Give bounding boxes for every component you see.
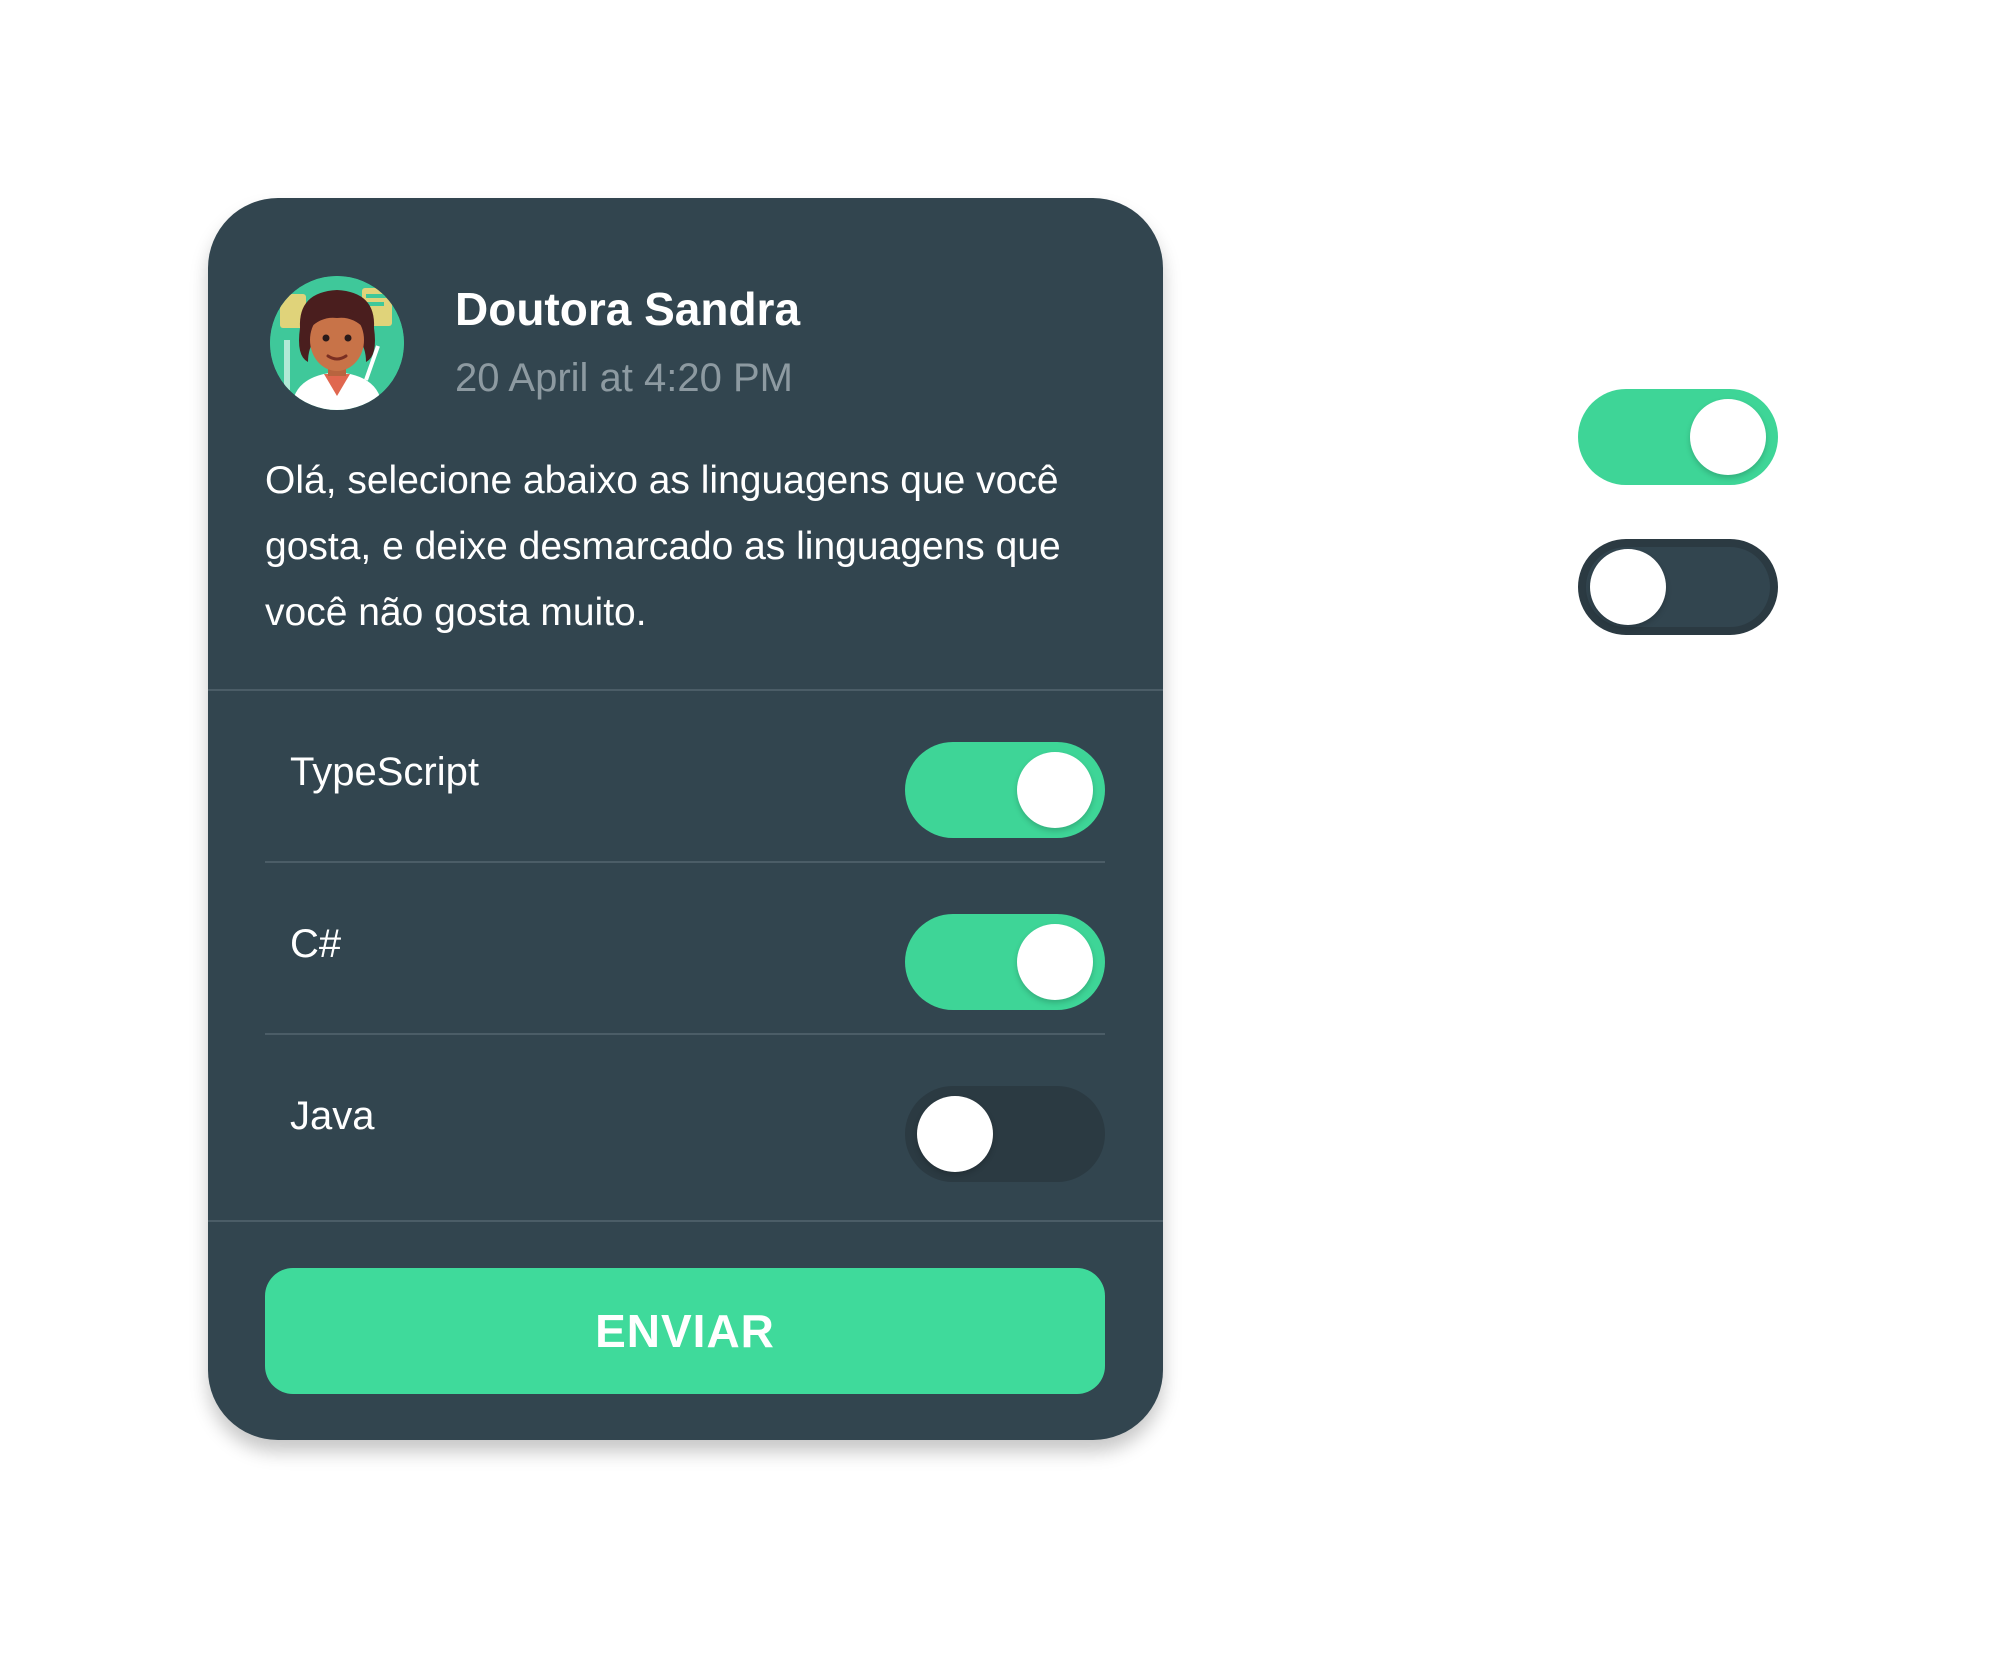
option-divider	[265, 861, 1105, 863]
toggle-knob	[1690, 399, 1766, 475]
language-survey-card: Doutora Sandra 20 April at 4:20 PM Olá, …	[208, 198, 1163, 1440]
send-button[interactable]: ENVIAR	[265, 1268, 1105, 1394]
toggle-on-sample[interactable]	[1578, 389, 1778, 485]
doctor-avatar-icon	[270, 276, 404, 410]
toggle-knob	[1590, 549, 1666, 625]
toggle-knob	[1017, 752, 1093, 828]
option-label-csharp: C#	[290, 922, 342, 966]
author-name: Doutora Sandra	[455, 283, 801, 335]
toggle-java[interactable]	[905, 1086, 1105, 1182]
post-timestamp: 20 April at 4:20 PM	[455, 356, 793, 400]
header-divider	[208, 689, 1163, 691]
option-divider	[265, 1033, 1105, 1035]
toggle-csharp[interactable]	[905, 914, 1105, 1010]
canvas: Doutora Sandra 20 April at 4:20 PM Olá, …	[0, 0, 1998, 1656]
footer-divider	[208, 1220, 1163, 1222]
option-label-java: Java	[290, 1094, 375, 1138]
post-message: Olá, selecione abaixo as linguagens que …	[265, 459, 1061, 634]
toggle-knob	[1017, 924, 1093, 1000]
toggle-off-sample[interactable]	[1578, 539, 1778, 635]
toggle-knob	[917, 1096, 993, 1172]
toggle-typescript[interactable]	[905, 742, 1105, 838]
option-label-typescript: TypeScript	[290, 750, 479, 794]
